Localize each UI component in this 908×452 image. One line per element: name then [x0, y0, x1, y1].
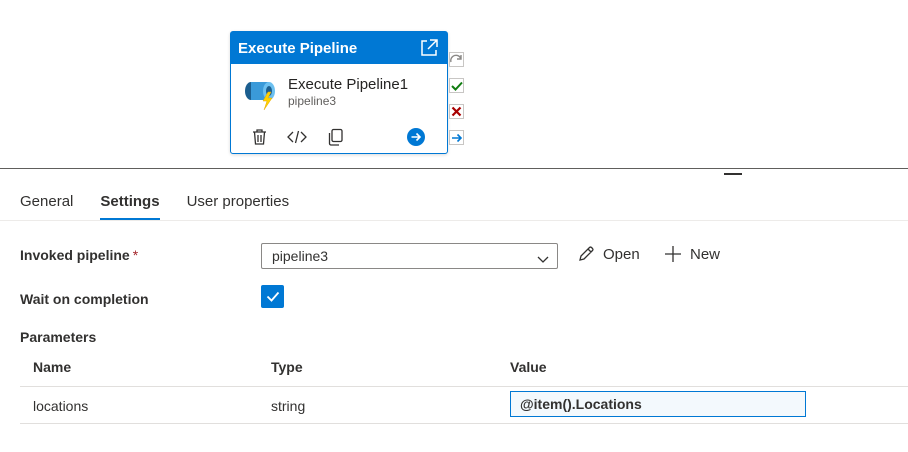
copy-icon[interactable]: [325, 127, 345, 147]
column-header-type: Type: [271, 359, 303, 375]
open-in-new-icon[interactable]: [419, 38, 439, 58]
activity-header: Execute Pipeline: [231, 32, 447, 64]
open-label: Open: [603, 245, 640, 263]
parameter-value-input[interactable]: [510, 391, 806, 417]
column-header-name: Name: [33, 359, 72, 375]
skip-icon[interactable]: [449, 52, 464, 67]
trash-icon[interactable]: [249, 127, 269, 147]
table-row[interactable]: locations string: [20, 387, 908, 424]
plus-icon: [665, 246, 681, 262]
activity-subtitle: pipeline3: [288, 94, 337, 108]
chevron-down-icon: [537, 251, 549, 267]
activity-name: Execute Pipeline1: [288, 76, 409, 93]
new-label: New: [690, 245, 721, 263]
activity-type-title: Execute Pipeline: [238, 39, 358, 57]
open-pipeline-button[interactable]: Open: [577, 245, 640, 263]
success-check-icon[interactable]: [449, 78, 464, 93]
execute-pipeline-icon: [242, 74, 280, 112]
code-icon[interactable]: [287, 127, 307, 147]
panel-resize-grip[interactable]: [724, 173, 742, 175]
invoked-pipeline-select[interactable]: pipeline3: [261, 243, 558, 269]
column-header-value: Value: [510, 359, 547, 375]
arrow-right-circle-icon[interactable]: [406, 127, 426, 147]
properties-tabs: General Settings User properties: [0, 184, 908, 221]
tab-settings[interactable]: Settings: [100, 184, 160, 220]
parameter-type: string: [271, 398, 306, 414]
pipeline-canvas[interactable]: Execute Pipeline Execute Pipeline1 pipel…: [0, 0, 908, 168]
new-pipeline-button[interactable]: New: [664, 245, 720, 263]
required-mark: *: [132, 247, 139, 263]
tab-user-properties[interactable]: User properties: [187, 184, 290, 220]
failure-x-icon[interactable]: [449, 104, 464, 119]
parameters-table: Name Type Value locations string: [20, 352, 908, 424]
checkmark-icon: [266, 291, 279, 302]
invoked-pipeline-label: Invoked pipeline *: [20, 247, 138, 263]
parameters-label: Parameters: [20, 329, 97, 345]
panel-splitter[interactable]: [0, 168, 908, 169]
invoked-pipeline-value: pipeline3: [272, 248, 329, 264]
wait-on-completion-label: Wait on completion: [20, 291, 149, 307]
invoked-pipeline-label-text: Invoked pipeline: [20, 247, 130, 263]
parameter-name: locations: [33, 398, 89, 414]
tab-general[interactable]: General: [20, 184, 73, 220]
wait-on-completion-checkbox[interactable]: [261, 285, 284, 308]
table-header-row: Name Type Value: [20, 352, 908, 387]
pencil-icon: [579, 246, 594, 261]
execute-pipeline-activity-node[interactable]: Execute Pipeline Execute Pipeline1 pipel…: [230, 31, 448, 154]
activity-output-handles: [449, 52, 465, 156]
completion-arrow-icon[interactable]: [449, 130, 464, 145]
